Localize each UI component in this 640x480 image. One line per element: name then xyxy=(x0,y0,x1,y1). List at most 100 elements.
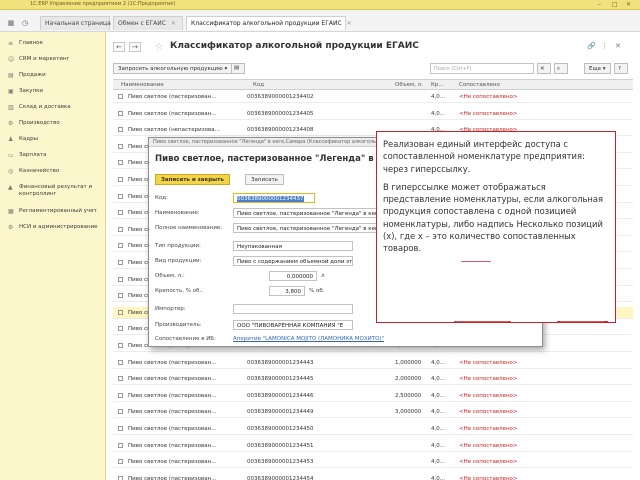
history-icon[interactable]: ◷ xyxy=(20,18,30,28)
code-value: 0036389000001234437 xyxy=(237,195,304,202)
row-item-icon xyxy=(118,160,123,166)
tab-home[interactable]: Начальная страница xyxy=(40,16,111,30)
window-title: 1С:ERP Управление предприятием 2 (1С:Пре… xyxy=(30,1,176,7)
cell-matched: <Не сопоставлено> xyxy=(459,426,518,432)
producer-field[interactable]: ООО "ПИВОВАРЕННАЯ КОМПАНИЯ "Е xyxy=(233,320,353,330)
settings-icon: ⚙ xyxy=(8,224,14,231)
cell-strength: 4,0... xyxy=(431,110,445,117)
row-item-icon xyxy=(118,143,123,149)
row-item-icon xyxy=(118,376,123,382)
row-item-icon xyxy=(118,293,123,299)
callout-paragraph-2: В гиперссылке может отображаться предста… xyxy=(383,181,604,254)
kind-field[interactable]: Пиво с содержанием объемной доли эт xyxy=(233,256,353,266)
table-row[interactable]: Пиво светлое (пастеризован... 00363890000… xyxy=(113,456,633,469)
minimize-icon[interactable]: – xyxy=(598,1,601,8)
cell-code: 0036389000001234453 xyxy=(247,459,314,466)
match-label: Сопоставление в ИБ: xyxy=(155,336,216,342)
cell-code: 0036389000001234451 xyxy=(247,442,314,449)
row-item-icon xyxy=(118,94,123,99)
match-hyperlink[interactable]: Аперитив "LAMONICA MOJITO (ЛАМОНИКА МОХИ… xyxy=(233,336,384,342)
cell-code: 0036389000001234445 xyxy=(247,376,314,383)
close-tab-icon[interactable]: ✕ xyxy=(347,20,352,27)
importer-label: Импортер: xyxy=(155,306,186,312)
cell-name: Пиво светлое (пастеризован... xyxy=(128,94,217,100)
column-header-code[interactable]: Код xyxy=(253,82,264,88)
cell-matched: <Не сопоставлено> xyxy=(459,94,518,100)
row-item-icon xyxy=(118,326,123,332)
cell-strength: 4,0... xyxy=(431,94,445,100)
favorite-star-icon[interactable]: ☆ xyxy=(155,42,163,52)
box-icon: ▥ xyxy=(8,104,14,111)
column-header-matched[interactable]: Сопоставлено xyxy=(459,82,500,88)
close-form-icon[interactable]: ✕ xyxy=(615,42,621,50)
strength-field[interactable]: 3,800 xyxy=(269,286,305,296)
tabs-bar: ▦ ◷ Начальная страница Обмен с ЕГАИС ✕ Кл… xyxy=(0,10,640,32)
table-row[interactable]: Пиво светлое (пастеризован... 00363890000… xyxy=(113,406,633,419)
cell-matched: <Не сопоставлено> xyxy=(459,442,518,449)
column-header-strength[interactable]: Кр... xyxy=(431,82,444,88)
window-titlebar: 1С:ERP Управление предприятием 2 (1С:Пре… xyxy=(0,0,640,10)
cart-icon: ▤ xyxy=(8,72,14,79)
table-row[interactable]: Пиво светлое (пастеризован... 00363890000… xyxy=(113,91,633,103)
back-button[interactable]: ← xyxy=(113,42,125,52)
cell-code: 0036389000001234454 xyxy=(247,475,314,480)
more-icon[interactable]: ⋮ xyxy=(601,42,608,50)
table-row[interactable]: Пиво светлое (пастеризован... 00363890000… xyxy=(113,440,633,452)
row-item-icon xyxy=(118,193,123,199)
close-tab-icon[interactable]: ✕ xyxy=(171,20,176,27)
row-item-icon xyxy=(118,210,123,216)
forward-button[interactable]: → xyxy=(129,42,141,52)
cell-code: 0036389000001234443 xyxy=(247,359,314,366)
cell-name: Пиво светлое (непастеризова... xyxy=(128,127,220,134)
importer-field[interactable] xyxy=(233,304,353,314)
row-item-icon xyxy=(118,359,123,365)
link-icon[interactable]: 🔗 xyxy=(587,42,596,50)
column-header-volume[interactable]: Объем, л. xyxy=(395,82,423,88)
cell-matched: <Не сопоставлено> xyxy=(459,110,518,117)
close-window-icon[interactable]: ✕ xyxy=(626,1,631,8)
cell-code: 0036389000001234450 xyxy=(247,426,314,432)
row-item-icon xyxy=(118,260,123,265)
tab-egais-exchange[interactable]: Обмен с ЕГАИС ✕ xyxy=(113,16,183,30)
search-icon[interactable]: ⌕ xyxy=(554,63,568,74)
row-item-icon xyxy=(118,343,123,348)
cell-strength: 4,0... xyxy=(431,409,445,416)
cell-name: Пиво светлое (пастеризован... xyxy=(128,392,217,399)
help-button[interactable]: ? xyxy=(614,63,628,74)
cell-name: Пиво светлое (пастеризован... xyxy=(128,110,217,117)
save-button[interactable]: Записать xyxy=(245,174,284,185)
save-and-close-button[interactable]: Записать и закрыть xyxy=(155,174,230,185)
cell-name: Пиво светлое (пастеризован... xyxy=(128,376,217,383)
column-header-name[interactable]: Наименование xyxy=(121,82,164,88)
cell-strength: 4,0... xyxy=(431,426,445,432)
row-item-icon xyxy=(118,276,123,282)
table-row[interactable]: Пиво светлое (пастеризован... 00363890000… xyxy=(113,373,633,386)
table-row[interactable]: Пиво светлое (пастеризован... 00363890000… xyxy=(113,108,633,120)
producer-label: Производитель: xyxy=(155,322,202,328)
people-icon: ♟ xyxy=(8,136,14,143)
table-row[interactable]: Пиво светлое (пастеризован... 00363890000… xyxy=(113,473,633,480)
factory-icon: ⚙ xyxy=(8,120,14,127)
page-title: Классификатор алкогольной продукции ЕГАИ… xyxy=(170,41,419,51)
code-field[interactable]: 0036389000001234437 xyxy=(233,193,315,203)
kind-label: Вид продукции: xyxy=(155,258,202,264)
grid-menu-icon[interactable]: ▦ xyxy=(6,18,16,28)
callout-paragraph-1: Реализован единый интерфейс доступа с со… xyxy=(383,139,585,174)
maximize-icon[interactable]: □ xyxy=(612,1,618,8)
print-button[interactable]: ▤ xyxy=(231,63,245,74)
search-input[interactable]: Поиск (Ctrl+F) xyxy=(430,63,534,74)
request-alcohol-button[interactable]: Запросить алкогольную продукцию ▾ xyxy=(113,63,233,74)
sidebar: ≡ Главное ☺ CRM и маркетинг ▤ Продажи ▣ Заку… xyxy=(0,32,106,480)
table-row[interactable]: Пиво светлое (пастеризован... 00363890000… xyxy=(113,390,633,402)
row-item-icon xyxy=(118,177,123,182)
clear-search-button[interactable]: ✕ xyxy=(537,63,551,74)
volume-field[interactable]: 0,000000 xyxy=(269,271,317,281)
table-row[interactable]: Пиво светлое (пастеризован... 00363890000… xyxy=(113,357,633,369)
chart-icon: ▲ xyxy=(8,184,13,191)
annotation-callout: Реализован единый интерфейс доступа с со… xyxy=(376,131,616,323)
tab-egais-classifier[interactable]: Классификатор алкогольной продукции ЕГАИ… xyxy=(186,16,352,30)
more-actions-button[interactable]: Еще ▾ xyxy=(584,63,611,74)
cell-code: 0036389000001234405 xyxy=(247,110,314,117)
table-row[interactable]: Пиво светлое (пастеризован... 00363890000… xyxy=(113,423,633,435)
type-field[interactable]: Неупакованная xyxy=(233,241,353,251)
